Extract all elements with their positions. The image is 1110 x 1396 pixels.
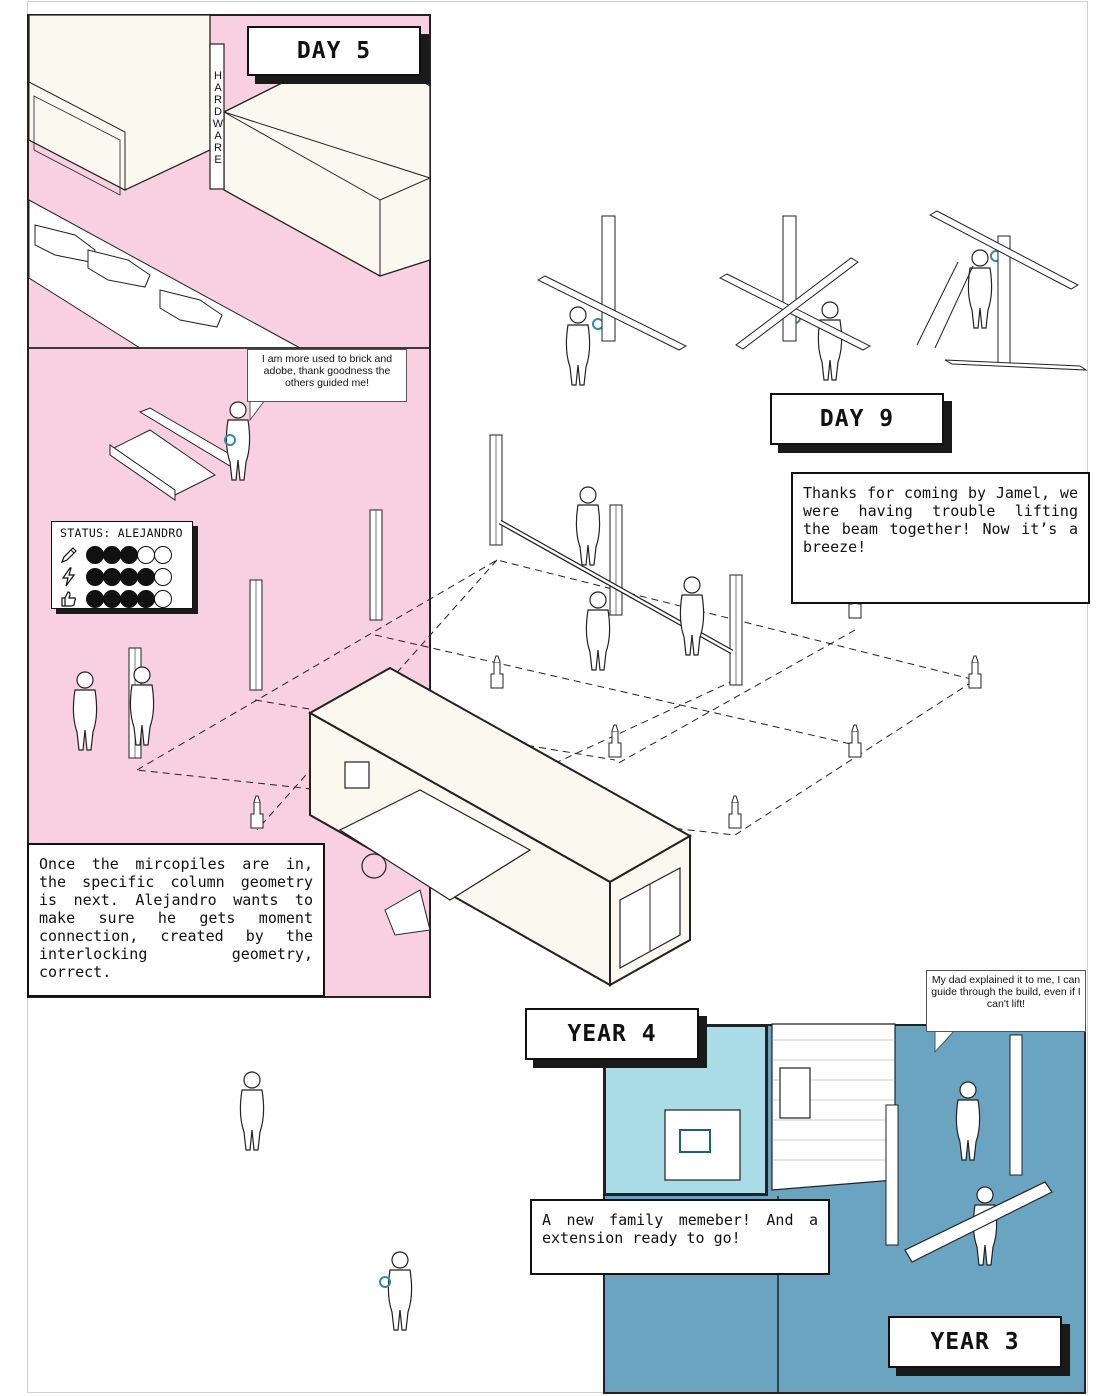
caption-family: A new family memeber! And a extension re…	[530, 1199, 830, 1275]
frame-models	[536, 210, 1088, 371]
lightning-icon	[60, 567, 86, 587]
alejandro-speech-bubble: I am more used to brick and adobe, thank…	[247, 349, 407, 402]
pencil-icon	[60, 545, 86, 565]
bubble-tail	[249, 399, 266, 422]
caption-jamel: Thanks for coming by Jamel, we were havi…	[791, 472, 1090, 604]
caption-micropiles: Once the mircopiles are in, the specific…	[27, 843, 325, 997]
status-card: STATUS: ALEJANDRO	[51, 521, 193, 609]
thumbs-up-icon	[60, 589, 86, 609]
label-year3: YEAR 3	[888, 1316, 1062, 1368]
status-row-approval	[60, 588, 184, 610]
hardware-sign: HARDWARE	[212, 69, 224, 166]
label-day9: DAY 9	[770, 393, 944, 445]
lumber-stack	[109, 407, 241, 501]
label-year4: YEAR 4	[525, 1008, 699, 1060]
status-row-energy	[60, 566, 184, 588]
label-day5: DAY 5	[247, 26, 421, 76]
tiny-house	[307, 666, 693, 987]
kid-speech-bubble: My dad explained it to me, I can guide t…	[926, 970, 1086, 1032]
illustration	[28, 14, 1088, 1394]
status-row-pencil	[60, 544, 184, 566]
status-title: STATUS: ALEJANDRO	[60, 526, 183, 540]
bubble-tail	[934, 1029, 957, 1054]
